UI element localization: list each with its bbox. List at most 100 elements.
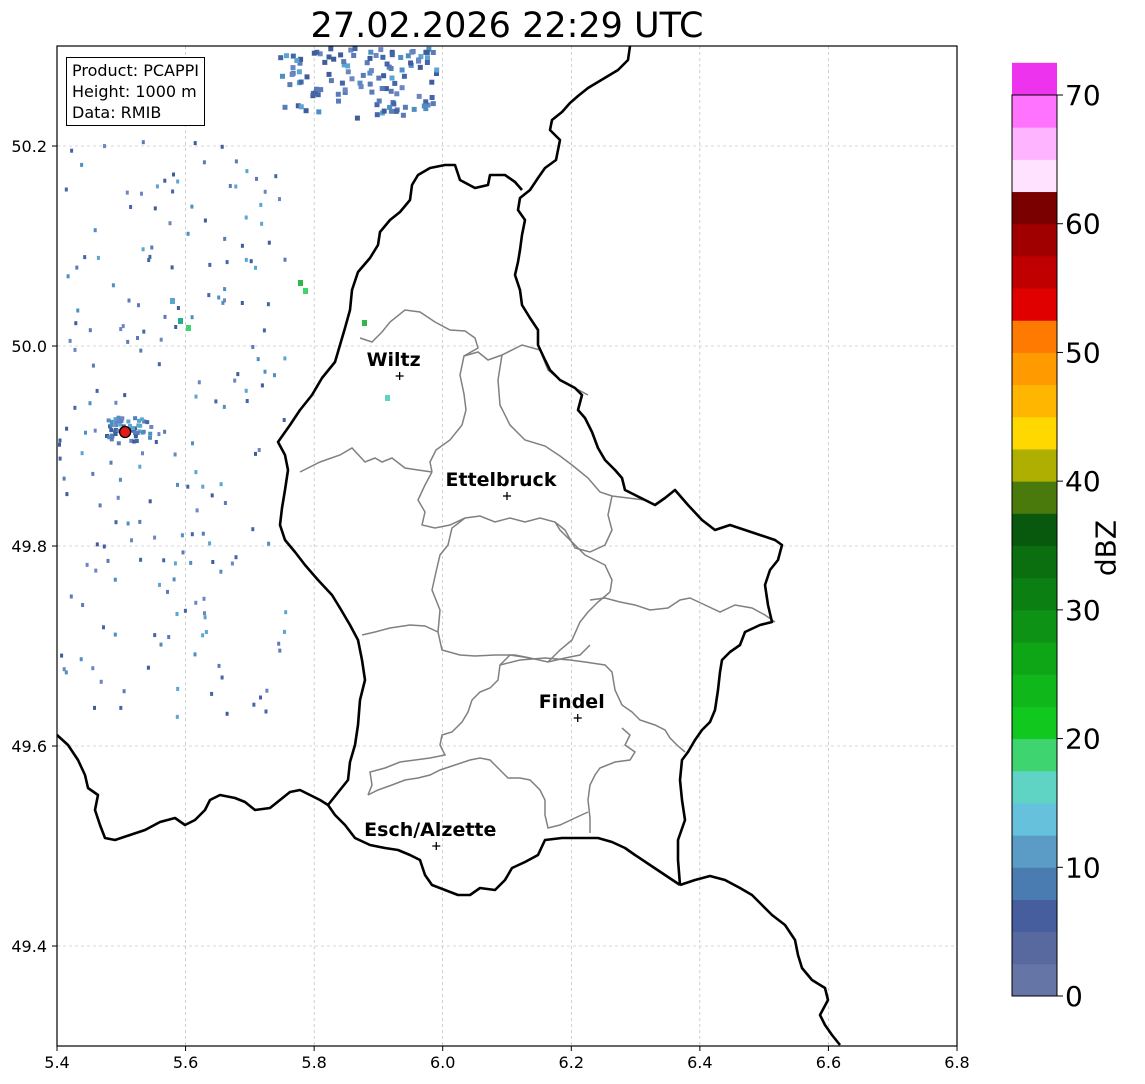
colorbar-segment (1012, 738, 1057, 772)
echo-pixel (265, 688, 269, 693)
echo-pixel (367, 81, 373, 87)
echo-pixel (362, 320, 367, 326)
echo-pixel (94, 568, 98, 573)
echo-pixel (310, 91, 316, 96)
echo-pixel (154, 440, 158, 444)
echo-pixel (141, 140, 145, 145)
colorbar-segment (1012, 127, 1057, 160)
echo-pixel (146, 665, 150, 670)
echo-pixel (194, 470, 198, 475)
echo-pixel (282, 418, 286, 422)
echo-pixel (278, 648, 282, 653)
echo-pixel (342, 87, 348, 93)
x-tick-label: 6.4 (687, 1053, 712, 1072)
echo-pixel (75, 265, 79, 270)
echo-pixel (73, 405, 77, 410)
echo-pixel (234, 159, 238, 164)
info-box: Product: PCAPPI Height: 1000 m Data: RMI… (66, 57, 206, 126)
echo-pixel (283, 257, 287, 262)
city-markers: Wiltz Ettelbruck Findel Esch/Alzette (364, 349, 605, 850)
y-tick-label: 50.2 (11, 137, 47, 156)
echo-pixel (80, 451, 84, 456)
echo-pixel (203, 615, 207, 620)
radar-site-marker (118, 425, 132, 439)
echo-pixel (255, 176, 258, 181)
echo-pixel (122, 689, 126, 694)
echo-pixel (223, 501, 227, 505)
echo-pixel (138, 519, 142, 524)
echo-pixel (245, 399, 249, 403)
echo-pixel (316, 109, 322, 115)
grid-lines (56, 46, 958, 1046)
city-marker: Wiltz (367, 349, 421, 380)
echo-pixel (114, 423, 119, 427)
echo-pixel (328, 46, 334, 52)
echo-pixel (424, 49, 430, 55)
echo-pixel (106, 558, 110, 563)
echo-pixel (240, 243, 244, 248)
echo-pixel (409, 49, 415, 55)
echo-pixel (367, 55, 373, 61)
echo-pixel (335, 91, 341, 97)
echo-pixel (379, 86, 385, 91)
echo-pixel (70, 148, 74, 153)
x-tick-label: 6.0 (430, 1053, 455, 1072)
echo-pixel (263, 369, 267, 374)
echo-pixel (84, 430, 87, 435)
echo-pixel (303, 288, 308, 294)
echo-pixel (170, 298, 175, 304)
echo-pixel (58, 438, 62, 443)
colorbar-segment (1012, 706, 1057, 740)
echo-pixel (416, 58, 421, 64)
echo-pixel (147, 258, 151, 262)
colorbar-segment (1012, 609, 1057, 643)
echo-pixel (127, 298, 131, 303)
echo-pixel (220, 144, 224, 149)
echo-pixel (91, 471, 95, 476)
echo-pixel (328, 78, 334, 84)
echo-pixel (118, 477, 122, 482)
echo-pixel (174, 325, 178, 329)
echo-pixel (381, 108, 387, 114)
echo-pixel (171, 189, 175, 194)
echo-pixel (223, 236, 227, 241)
echo-pixel (194, 600, 198, 605)
echo-pixel (266, 302, 270, 307)
colorbar-segment (1012, 384, 1057, 418)
echo-pixel (163, 178, 167, 183)
colorbar-segment (1012, 545, 1057, 579)
echo-pixel (244, 388, 248, 393)
echo-pixel (129, 205, 133, 209)
echo-pixel (211, 560, 215, 564)
echo-pixel (172, 577, 176, 582)
echo-pixel (175, 612, 179, 616)
echo-pixel (140, 191, 143, 196)
echo-pixel (81, 603, 85, 607)
echo-pixel (273, 373, 276, 378)
echo-pixel (93, 705, 96, 710)
y-tick-label: 49.6 (11, 737, 47, 756)
echo-pixel (234, 555, 238, 560)
echo-pixel (263, 189, 267, 194)
echo-pixel (284, 53, 289, 59)
echo-pixel (384, 61, 390, 67)
echo-pixel (83, 255, 87, 260)
echo-pixel (79, 657, 83, 662)
echo-pixel (93, 428, 97, 433)
city-marker: Findel (539, 691, 605, 722)
echo-pixel (120, 416, 125, 421)
echo-pixel (219, 482, 223, 487)
echo-pixel (208, 262, 212, 267)
echo-pixel (109, 460, 113, 465)
echo-pixel (149, 425, 154, 429)
echo-pixel (277, 641, 281, 646)
echo-pixel (68, 338, 72, 343)
echo-pixel (260, 383, 264, 388)
echo-pixel (93, 228, 97, 233)
echo-pixel (204, 630, 208, 634)
info-data-source: Data: RMIB (72, 103, 162, 122)
echo-pixel (116, 418, 121, 423)
echo-pixel (264, 709, 268, 714)
echo-pixel (153, 633, 157, 638)
echo-pixel (155, 184, 159, 189)
